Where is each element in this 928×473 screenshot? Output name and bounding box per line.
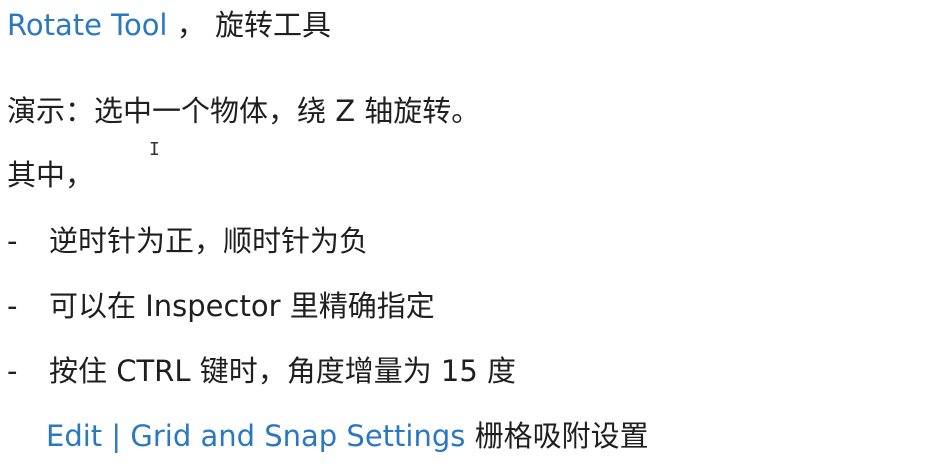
bullet-marker: - (7, 289, 18, 323)
demo-text: 演示：选中一个物体，绕 Z 轴旋转。 (7, 94, 481, 128)
text-cursor-icon: I (149, 139, 160, 160)
bullet-marker: - (7, 224, 18, 258)
menu-path: Edit | Grid and Snap Settings (46, 419, 466, 453)
heading-subtitle: 旋转工具 (214, 8, 331, 42)
list-item-text: 可以在 Inspector 里精确指定 (49, 289, 435, 323)
list-item: - 逆时针为正，顺时针为负 (7, 221, 368, 261)
page-heading: Rotate Tool ， 旋转工具 (7, 5, 331, 45)
list-item: - 可以在 Inspector 里精确指定 (7, 286, 435, 326)
heading-separator: ， (167, 8, 215, 42)
among-text: 其中， (7, 158, 95, 192)
list-item-text: 逆时针为正，顺时针为负 (49, 224, 369, 258)
list-item: - 按住 CTRL 键时，角度增量为 15 度 (7, 351, 516, 391)
bullet-marker: - (7, 354, 18, 388)
heading-tool-name: Rotate Tool (7, 8, 168, 42)
menu-description: 栅格吸附设置 (465, 419, 649, 453)
list-item-text: 按住 CTRL 键时，角度增量为 15 度 (49, 354, 517, 388)
menu-path-line: Edit | Grid and Snap Settings 栅格吸附设置 (46, 416, 649, 456)
